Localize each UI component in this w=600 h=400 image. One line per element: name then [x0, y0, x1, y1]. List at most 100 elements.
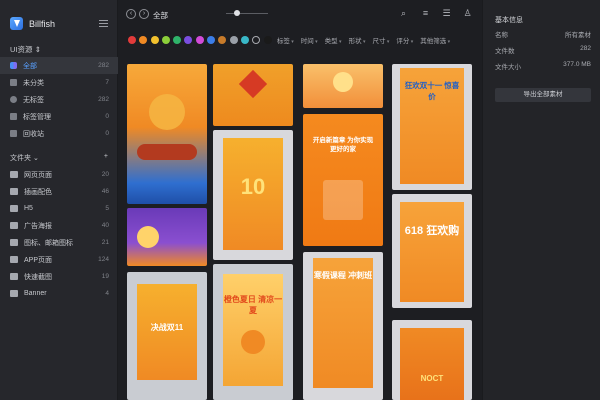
filter-tags[interactable]: 标签: [277, 35, 294, 45]
asset-grid: 决战双11 10 橙色夏日 清凉一夏 开启新篇章 为你实现更好的家 寒假课程 冲…: [118, 58, 482, 400]
asset-thumbnail[interactable]: NOCT: [392, 320, 472, 400]
folder-item[interactable]: 快速截图 19: [0, 268, 118, 285]
asset-thumbnail[interactable]: 618 狂欢购: [392, 194, 472, 308]
color-swatch[interactable]: [263, 36, 272, 44]
tag-icon: [10, 96, 17, 103]
trash-icon: [10, 130, 17, 137]
color-swatch[interactable]: [218, 36, 227, 44]
asset-thumbnail[interactable]: 决战双11: [127, 272, 207, 400]
nav-count: 0: [105, 113, 109, 120]
folder-count: 19: [101, 273, 109, 280]
poster-text: 10: [240, 174, 266, 199]
library-selector[interactable]: UI资源 ⇕: [10, 44, 41, 55]
folder-item[interactable]: Banner 4: [0, 285, 118, 302]
folder-item[interactable]: 图标、邮箱图标 21: [0, 234, 118, 251]
asset-thumbnail[interactable]: 10: [213, 130, 293, 260]
zoom-slider-handle[interactable]: [234, 10, 240, 16]
folder-count: 20: [101, 171, 109, 178]
nav-count: 282: [98, 96, 109, 103]
sun-shape: [149, 94, 185, 130]
filter-size[interactable]: 尺寸: [372, 35, 389, 45]
folder-count: 46: [101, 188, 109, 195]
breadcrumb: 全部: [153, 11, 168, 20]
folder-icon: [10, 222, 18, 229]
app-name: Billfish: [29, 18, 56, 29]
nav-label: 标签管理: [23, 113, 51, 121]
color-swatch[interactable]: [207, 36, 216, 44]
color-swatch[interactable]: [139, 36, 148, 44]
nav-label: 回收站: [23, 130, 44, 138]
folder-item[interactable]: APP页面 124: [0, 251, 118, 268]
color-swatch[interactable]: [240, 36, 249, 44]
shirt-icon[interactable]: ♙: [462, 8, 473, 19]
folder-count: 5: [105, 205, 109, 212]
color-swatch[interactable]: [128, 36, 136, 44]
filter-icon[interactable]: ☰: [441, 8, 452, 19]
zoom-slider[interactable]: [226, 13, 268, 14]
nav-item-all[interactable]: 全部 282: [0, 57, 118, 74]
folder-label: 快速截图: [24, 273, 52, 281]
poster-shape: NOCT: [400, 328, 464, 400]
nav-label: 未分类: [23, 79, 44, 87]
poster-text: 寒假课程 冲刺班: [313, 271, 373, 280]
info-panel: 基本信息 名称 所有素材 文件数 282 文件大小 377.0 MB 导出全部素…: [482, 0, 600, 400]
info-row-count: 文件数 282: [495, 45, 591, 55]
asset-thumbnail[interactable]: [303, 64, 383, 108]
color-swatch[interactable]: [229, 36, 238, 44]
nav-item-uncategorized[interactable]: 未分类 7: [0, 74, 118, 91]
poster-text: 开启新篇章 为你实现更好的家: [312, 137, 374, 153]
folder-item[interactable]: H5 5: [0, 200, 118, 217]
back-button[interactable]: ‹: [126, 9, 136, 19]
poster-text: NOCT: [420, 374, 444, 383]
folder-label: 图标、邮箱图标: [24, 239, 73, 247]
nav-item-trash[interactable]: 回收站 0: [0, 125, 118, 142]
info-value: 282: [580, 45, 591, 52]
nav-label: 无标签: [23, 96, 44, 104]
filter-time[interactable]: 时间: [301, 35, 318, 45]
menu-icon[interactable]: [99, 20, 108, 27]
folder-list: 网页页面 20 插画配色 46 H5 5 广告海报 40 图标、邮箱图标 21 …: [0, 166, 118, 302]
nav-item-untagged[interactable]: 无标签 282: [0, 91, 118, 108]
filter-type[interactable]: 类型: [325, 35, 342, 45]
illustration-shape: [323, 180, 363, 220]
nav-count: 7: [105, 79, 109, 86]
asset-thumbnail[interactable]: 寒假课程 冲刺班: [303, 252, 383, 400]
folder-item[interactable]: 插画配色 46: [0, 183, 118, 200]
asset-thumbnail[interactable]: 狂欢双十一 惊喜价: [392, 64, 472, 190]
info-title: 基本信息: [495, 17, 523, 24]
asset-thumbnail[interactable]: [213, 64, 293, 126]
nav-list: 全部 282 未分类 7 无标签 282 标签管理 0 回收站 0: [0, 57, 118, 142]
filter-shape[interactable]: 形状: [349, 35, 366, 45]
color-swatch[interactable]: [161, 36, 170, 44]
folder-icon: [10, 205, 18, 212]
asset-thumbnail[interactable]: [127, 64, 207, 204]
color-swatch[interactable]: [173, 36, 182, 44]
poster-text: 决战双11: [150, 323, 184, 332]
asset-thumbnail[interactable]: 橙色夏日 清凉一夏: [213, 264, 293, 400]
filter-other[interactable]: 其他筛选: [420, 35, 450, 45]
sun-shape: [333, 72, 353, 92]
asset-thumbnail[interactable]: 开启新篇章 为你实现更好的家: [303, 114, 383, 246]
color-swatch[interactable]: [195, 36, 204, 44]
folder-item[interactable]: 广告海报 40: [0, 217, 118, 234]
export-all-button[interactable]: 导出全部素材: [495, 88, 591, 102]
sort-icon[interactable]: ≡: [420, 8, 431, 19]
folder-label: 网页页面: [24, 171, 52, 179]
folder-icon: [10, 273, 18, 280]
poster-shape: 618 狂欢购: [400, 202, 464, 302]
color-swatch[interactable]: [184, 36, 193, 44]
folders-title[interactable]: 文件夹 ⌄: [10, 153, 39, 163]
folder-icon: [10, 239, 18, 246]
moon-shape: [137, 226, 159, 248]
color-swatch[interactable]: [150, 36, 159, 44]
asset-thumbnail[interactable]: [127, 208, 207, 266]
forward-button[interactable]: ›: [139, 9, 149, 19]
color-swatch[interactable]: [252, 36, 261, 44]
uncategorized-icon: [10, 79, 17, 86]
add-folder-icon[interactable]: +: [104, 153, 108, 163]
filter-rating[interactable]: 评分: [396, 35, 413, 45]
info-value: 377.0 MB: [563, 61, 591, 68]
search-icon[interactable]: ⌕: [398, 8, 409, 19]
folder-item[interactable]: 网页页面 20: [0, 166, 118, 183]
nav-item-tag-manager[interactable]: 标签管理 0: [0, 108, 118, 125]
